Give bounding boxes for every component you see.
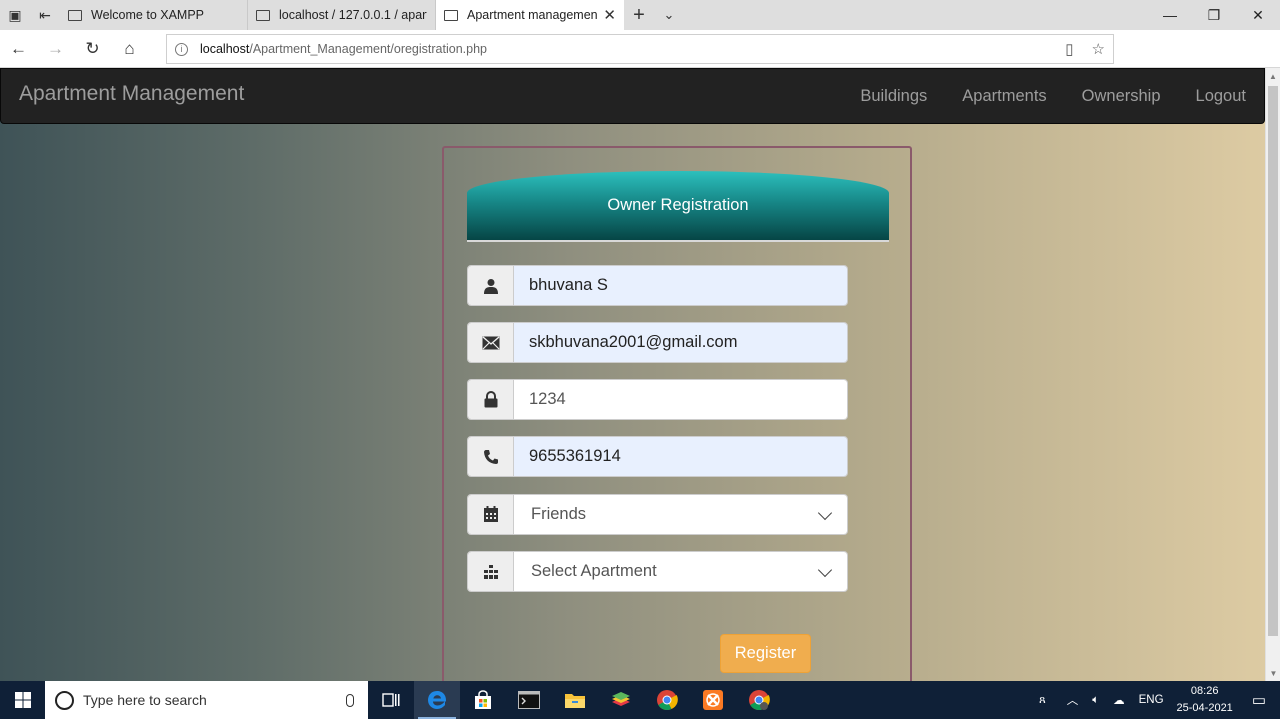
email-input[interactable]: skbhuvana2001@gmail.com [514,323,847,362]
url-actions: ▯ ☆ [1065,35,1105,63]
windows-start-icon[interactable] [0,681,45,719]
top-navbar: Apartment Management Buildings Apartment… [0,68,1265,124]
phone-input[interactable]: 9655361914 [514,437,847,476]
tab-title: localhost / 127.0.0.1 / apartı [279,8,427,22]
search-placeholder: Type here to search [83,692,207,708]
envelope-icon [468,323,514,362]
scroll-down-icon[interactable]: ▼ [1266,665,1280,681]
nav-link-buildings[interactable]: Buildings [860,87,927,106]
minimize-icon[interactable]: — [1148,0,1192,30]
apartment-selected-value: Select Apartment [531,562,657,580]
page-scrollbar[interactable]: ▲ ▼ [1265,68,1280,681]
forward-icon[interactable]: → [37,30,74,68]
password-field: 1234 [467,379,848,420]
tab-bar: ▣ ⇤ Welcome to XAMPP localhost / 127.0.0… [0,0,1280,30]
window-controls: — ❐ ✕ [1148,0,1280,30]
clock[interactable]: 08:26 25-04-2021 [1177,683,1233,717]
chevron-up-icon[interactable]: ︿ [1067,692,1079,708]
register-button[interactable]: Register [720,634,811,673]
name-field: bhuvana S [467,265,848,306]
relation-select[interactable]: Friends [514,495,847,534]
form-title: Owner Registration [467,171,889,242]
xampp-icon[interactable] [690,681,736,719]
page-favicon-icon [256,9,270,21]
registration-card: Owner Registration bhuvana S skbhuvana20… [442,146,912,681]
tab-manager-icon[interactable]: ▣ [0,0,30,30]
brand-title[interactable]: Apartment Management [19,82,244,106]
edge-browser-icon[interactable] [414,681,460,719]
url-input[interactable]: i localhost/Apartment_Management/oregist… [166,34,1114,64]
home-icon[interactable]: ⌂ [111,30,148,68]
tab-title: Welcome to XAMPP [91,8,205,22]
url-path: /Apartment_Management/oregistration.php [249,42,487,56]
tab-title: Apartment managemen [467,8,598,22]
windows-taskbar: Type here to search ጸ ︿ 🔈︎ ☁︎ ENG 08:26 … [0,681,1280,719]
password-input[interactable]: 1234 [514,380,847,419]
page-favicon-icon [444,9,458,21]
cloud-icon[interactable]: ☁︎ [1113,693,1125,707]
site-info-icon[interactable]: i [175,42,188,56]
tab-apartment-management[interactable]: Apartment managemen ✕ [436,0,624,30]
nav-link-logout[interactable]: Logout [1196,87,1246,106]
url-host: localhost [200,42,250,56]
people-icon[interactable]: ጸ [1039,694,1046,707]
terminal-icon[interactable] [506,681,552,719]
close-tab-icon[interactable]: ✕ [603,6,616,24]
restore-icon[interactable]: ❐ [1192,0,1236,30]
tab-xampp[interactable]: Welcome to XAMPP [60,0,248,30]
email-field: skbhuvana2001@gmail.com [467,322,848,363]
notification-icon[interactable]: ▭ [1252,691,1266,709]
apartment-field: Select Apartment [467,551,848,592]
chevron-down-icon[interactable]: ⌄ [654,0,684,30]
close-window-icon[interactable]: ✕ [1236,0,1280,30]
store-icon[interactable] [460,681,506,719]
apartment-select[interactable]: Select Apartment [514,552,847,591]
phone-icon [468,437,514,476]
clock-time: 08:26 [1190,685,1219,697]
lock-icon [468,380,514,419]
name-input[interactable]: bhuvana S [514,266,847,305]
bluestacks-icon[interactable] [598,681,644,719]
cortana-icon [55,690,74,710]
scroll-thumb[interactable] [1268,86,1278,636]
scroll-up-icon[interactable]: ▲ [1266,68,1280,84]
relation-selected-value: Friends [531,505,587,523]
chevron-down-icon [817,505,833,521]
nav-links: Buildings Apartments Ownership Logout [825,69,1246,123]
refresh-icon[interactable]: ↻ [74,30,111,68]
favorite-star-icon[interactable]: ☆ [1092,40,1105,58]
page-viewport: Apartment Management Buildings Apartment… [0,68,1265,681]
file-explorer-icon[interactable] [552,681,598,719]
address-bar: ← → ↻ ⌂ i localhost/Apartment_Management… [0,30,1280,88]
chrome-icon[interactable] [644,681,690,719]
task-view-icon[interactable] [368,681,414,719]
reading-view-icon[interactable]: ▯ [1065,40,1073,58]
system-tray: ጸ ︿ 🔈︎ ☁︎ ENG 08:26 25-04-2021 ▭ [1032,681,1280,719]
clock-date: 25-04-2021 [1176,702,1233,714]
nav-link-ownership[interactable]: Ownership [1082,87,1161,106]
set-aside-tabs-icon[interactable]: ⇤ [30,0,60,30]
new-tab-icon[interactable]: + [624,0,654,30]
microphone-icon[interactable] [346,693,354,707]
taskbar-search[interactable]: Type here to search [45,681,368,719]
tab-phpmyadmin[interactable]: localhost / 127.0.0.1 / apartı [248,0,436,30]
taskbar-apps [368,681,782,719]
building-icon [468,552,514,591]
calendar-icon [468,495,514,534]
user-icon [468,266,514,305]
chevron-down-icon [817,562,833,578]
language-indicator[interactable]: ENG [1139,694,1164,706]
phone-field: 9655361914 [467,436,848,477]
volume-icon[interactable]: 🔈︎ [1092,694,1099,707]
back-icon[interactable]: ← [0,30,37,68]
chrome-profile-icon[interactable] [736,681,782,719]
page-favicon-icon [68,9,82,21]
relation-field: Friends [467,494,848,535]
nav-link-apartments[interactable]: Apartments [962,87,1046,106]
